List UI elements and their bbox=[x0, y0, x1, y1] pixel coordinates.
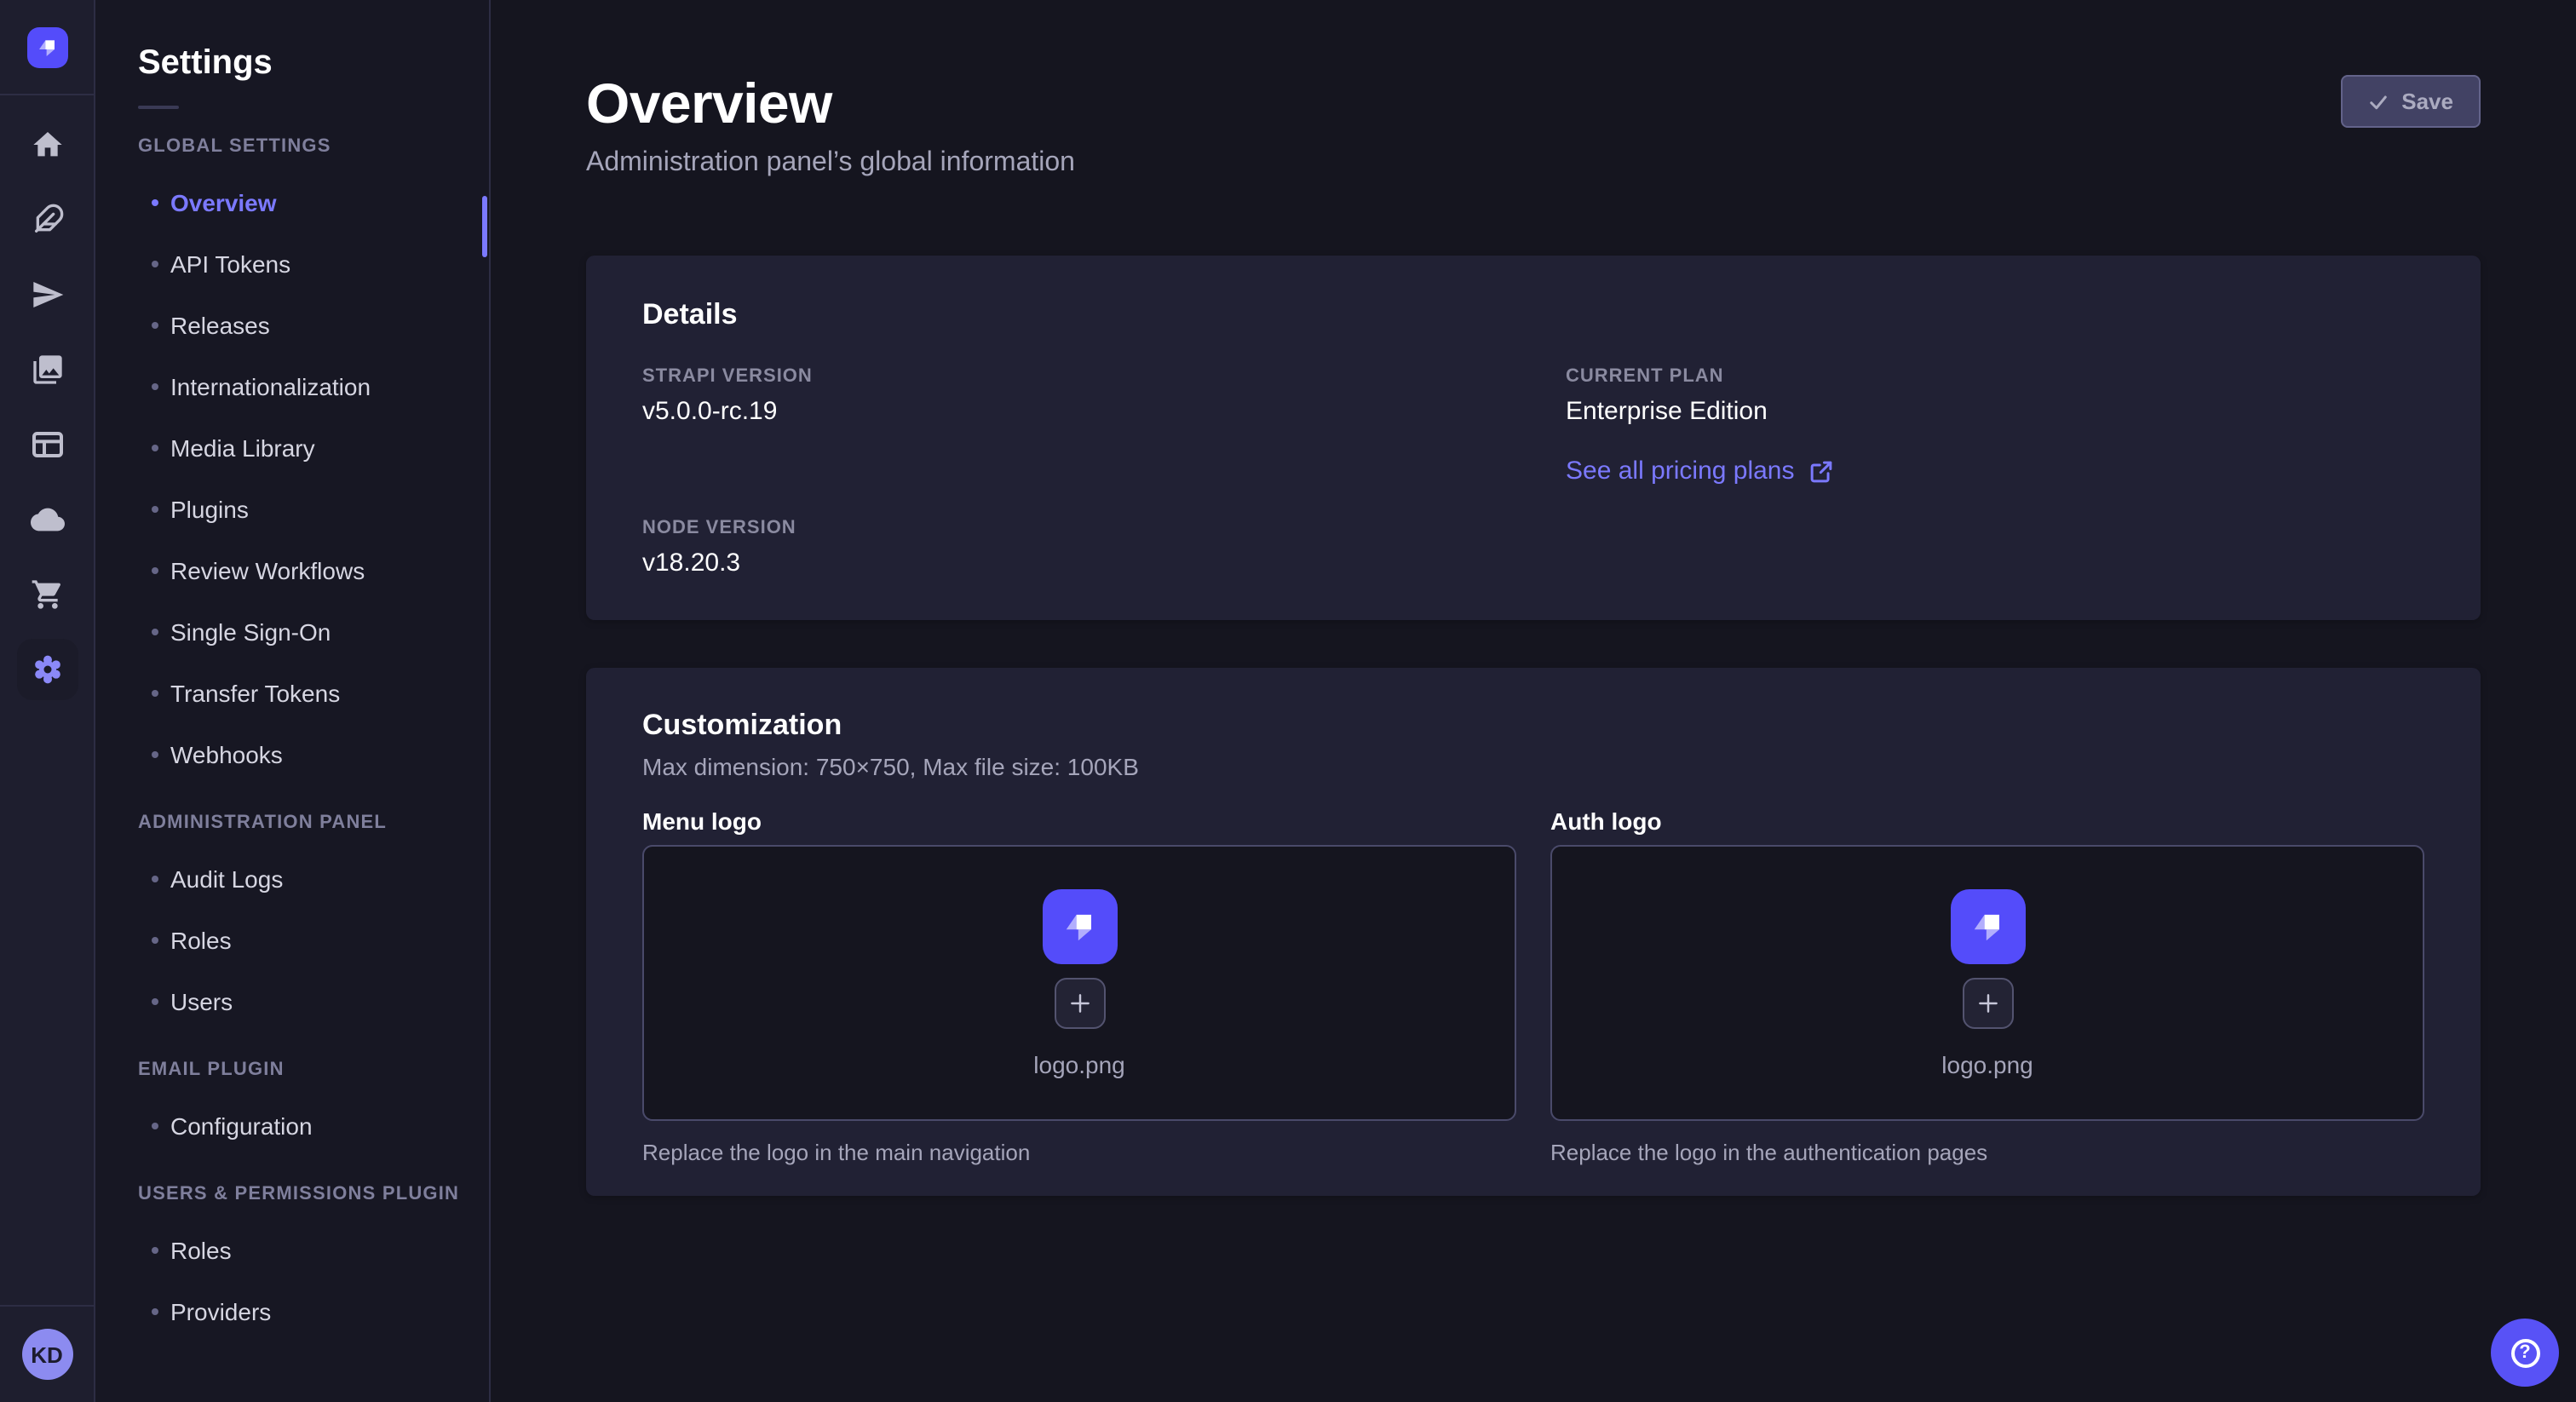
section-label: EMAIL PLUGIN bbox=[138, 1060, 469, 1080]
node-version-label: NODE VERSION bbox=[642, 518, 1501, 538]
customization-card-title: Customization bbox=[642, 709, 2424, 743]
rail-footer: KD bbox=[0, 1305, 94, 1402]
sidebar-item-review-workflows[interactable]: Review Workflows bbox=[138, 540, 469, 601]
rail-nav bbox=[0, 107, 94, 707]
details-card: Details STRAPI VERSION v5.0.0-rc.19 NODE… bbox=[586, 256, 2481, 620]
strapi-version-label: STRAPI VERSION bbox=[642, 366, 1501, 387]
gear-icon bbox=[30, 652, 64, 687]
auth-logo-label: Auth logo bbox=[1550, 807, 2424, 835]
section-label: GLOBAL SETTINGS bbox=[138, 136, 469, 157]
auth-logo-field: Auth logo bbox=[1550, 807, 2424, 1165]
settings-rail-item[interactable] bbox=[0, 632, 94, 707]
details-card-title: Details bbox=[642, 298, 2424, 332]
strapi-logo[interactable] bbox=[26, 26, 67, 67]
sidebar-divider bbox=[138, 106, 179, 109]
question-mark-icon: ? bbox=[2510, 1338, 2539, 1367]
sidebar-item-users[interactable]: Users bbox=[138, 971, 469, 1032]
menu-logo-add-button[interactable] bbox=[1054, 977, 1105, 1028]
strapi-version-field: STRAPI VERSION v5.0.0-rc.19 bbox=[642, 366, 1501, 426]
save-button[interactable]: Save bbox=[2340, 75, 2481, 128]
plus-icon bbox=[1067, 991, 1091, 1014]
auth-logo-dropzone[interactable]: logo.png bbox=[1550, 845, 2424, 1121]
menu-logo-dropzone[interactable]: logo.png bbox=[642, 845, 1516, 1121]
page-title: Overview bbox=[586, 72, 2481, 136]
settings-sidebar: Settings GLOBAL SETTINGS Overview API To… bbox=[95, 0, 491, 1402]
sidebar-item-transfer-tokens[interactable]: Transfer Tokens bbox=[138, 663, 469, 724]
section-administration-panel: ADMINISTRATION PANEL Audit Logs Roles Us… bbox=[138, 813, 469, 1032]
strapi-admin-screen: KD Settings GLOBAL SETTINGS Overview API… bbox=[0, 0, 2576, 1402]
auth-logo-caption: Replace the logo in the authentication p… bbox=[1550, 1140, 2424, 1165]
auth-logo-add-button[interactable] bbox=[1962, 977, 2013, 1028]
sidebar-item-email-configuration[interactable]: Configuration bbox=[138, 1095, 469, 1157]
sidebar-item-overview[interactable]: Overview bbox=[138, 172, 469, 233]
section-label: ADMINISTRATION PANEL bbox=[138, 813, 469, 833]
save-button-label: Save bbox=[2401, 89, 2453, 114]
sidebar-item-api-tokens[interactable]: API Tokens bbox=[138, 233, 469, 295]
sidebar-item-internationalization[interactable]: Internationalization bbox=[138, 356, 469, 417]
sidebar-title: Settings bbox=[138, 44, 469, 83]
icon-rail: KD bbox=[0, 0, 95, 1402]
sidebar-item-releases[interactable]: Releases bbox=[138, 295, 469, 356]
menu-logo-caption: Replace the logo in the main navigation bbox=[642, 1140, 1516, 1165]
layout-icon[interactable] bbox=[0, 407, 94, 482]
menu-logo-label: Menu logo bbox=[642, 807, 1516, 835]
sidebar-scrollbar[interactable] bbox=[482, 196, 487, 257]
sidebar-item-up-roles[interactable]: Roles bbox=[138, 1220, 469, 1281]
section-email-plugin: EMAIL PLUGIN Configuration bbox=[138, 1060, 469, 1157]
details-right-column: CURRENT PLAN Enterprise Edition See all … bbox=[1566, 366, 2424, 577]
main-content: Save Overview Administration panel’s glo… bbox=[491, 0, 2576, 1402]
sidebar-item-webhooks[interactable]: Webhooks bbox=[138, 724, 469, 785]
menu-logo-field: Menu logo bbox=[642, 807, 1516, 1165]
current-plan-field: CURRENT PLAN Enterprise Edition bbox=[1566, 366, 2424, 426]
sidebar-item-single-sign-on[interactable]: Single Sign-On bbox=[138, 601, 469, 663]
menu-logo-filename: logo.png bbox=[1033, 1050, 1124, 1077]
sidebar-item-media-library[interactable]: Media Library bbox=[138, 417, 469, 479]
pricing-plans-link-label: See all pricing plans bbox=[1566, 457, 1795, 486]
customization-subtitle: Max dimension: 750×750, Max file size: 1… bbox=[642, 753, 2424, 780]
sidebar-item-admin-roles[interactable]: Roles bbox=[138, 910, 469, 971]
details-left-column: STRAPI VERSION v5.0.0-rc.19 NODE VERSION… bbox=[642, 366, 1501, 577]
current-plan-label: CURRENT PLAN bbox=[1566, 366, 2424, 387]
images-icon[interactable] bbox=[0, 332, 94, 407]
strapi-version-value: v5.0.0-rc.19 bbox=[642, 397, 1501, 426]
strapi-mark-icon bbox=[1965, 904, 2010, 948]
avatar[interactable]: KD bbox=[21, 1329, 72, 1380]
page-subtitle: Administration panel’s global informatio… bbox=[586, 148, 2481, 179]
menu-logo-preview bbox=[1042, 888, 1117, 963]
plus-icon bbox=[1975, 991, 1999, 1014]
sidebar-item-providers[interactable]: Providers bbox=[138, 1281, 469, 1342]
sidebar-item-audit-logs[interactable]: Audit Logs bbox=[138, 848, 469, 910]
strapi-mark-icon bbox=[33, 33, 60, 60]
rail-header bbox=[0, 0, 94, 95]
section-global-settings: GLOBAL SETTINGS Overview API Tokens Rele… bbox=[138, 136, 469, 785]
external-link-icon bbox=[1810, 459, 1834, 483]
pricing-plans-link[interactable]: See all pricing plans bbox=[1566, 457, 1834, 486]
auth-logo-filename: logo.png bbox=[1941, 1050, 2033, 1077]
node-version-field: NODE VERSION v18.20.3 bbox=[642, 518, 1501, 577]
strapi-mark-icon bbox=[1057, 904, 1101, 948]
home-icon[interactable] bbox=[0, 107, 94, 182]
help-button[interactable]: ? bbox=[2491, 1319, 2559, 1387]
customization-card: Customization Max dimension: 750×750, Ma… bbox=[586, 668, 2481, 1196]
settings-active-tile bbox=[16, 639, 78, 700]
auth-logo-preview bbox=[1950, 888, 2025, 963]
cloud-icon[interactable] bbox=[0, 482, 94, 557]
node-version-value: v18.20.3 bbox=[642, 549, 1501, 577]
current-plan-value: Enterprise Edition bbox=[1566, 397, 2424, 426]
section-users-permissions-plugin: USERS & PERMISSIONS PLUGIN Roles Provide… bbox=[138, 1184, 469, 1342]
sidebar-item-plugins[interactable]: Plugins bbox=[138, 479, 469, 540]
paper-plane-icon[interactable] bbox=[0, 257, 94, 332]
check-icon bbox=[2367, 91, 2388, 112]
cart-icon[interactable] bbox=[0, 557, 94, 632]
feather-icon[interactable] bbox=[0, 182, 94, 257]
section-label: USERS & PERMISSIONS PLUGIN bbox=[138, 1184, 469, 1204]
